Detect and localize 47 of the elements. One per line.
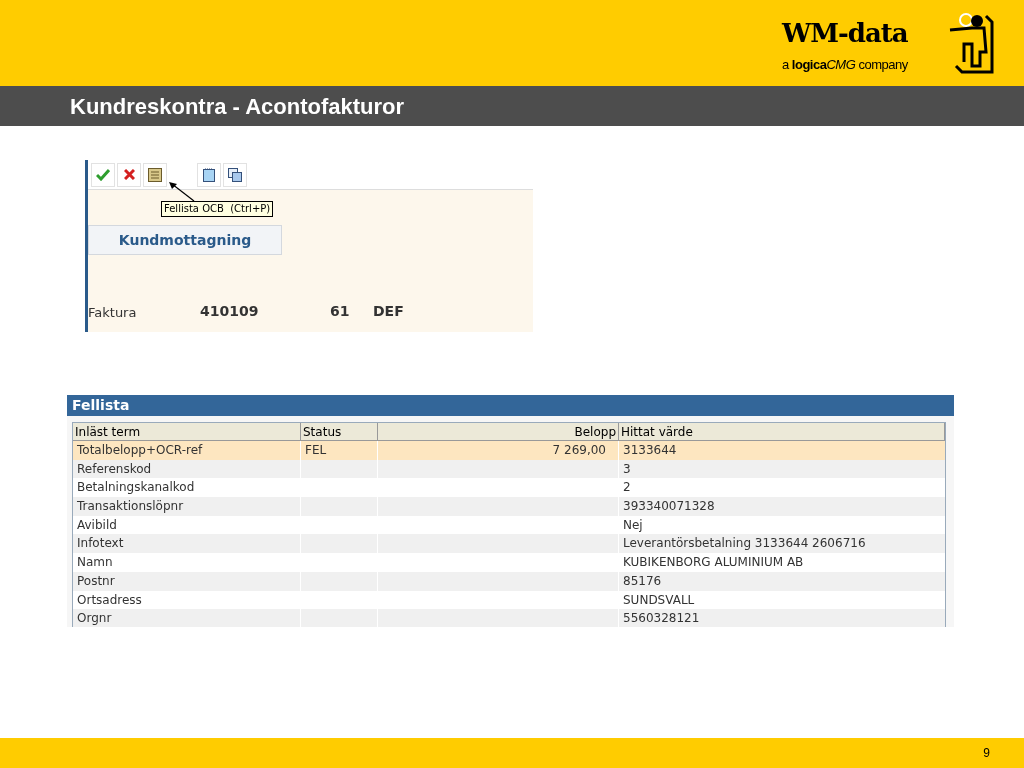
field-value: 61 bbox=[330, 302, 351, 321]
column-header[interactable]: Belopp bbox=[378, 423, 619, 440]
logo-tagline: a logicaCMG company bbox=[782, 58, 908, 71]
table-cell-text: KUBIKENBORG ALUMINIUM AB bbox=[622, 554, 805, 572]
table-cell-text: Leverantörsbetalning 3133644 2606716 bbox=[622, 535, 867, 553]
table-cell: FEL bbox=[301, 441, 378, 460]
toolbar-button[interactable] bbox=[143, 162, 167, 187]
column-header[interactable]: Hittat värde bbox=[619, 423, 945, 440]
kundmottagning-tab[interactable]: Kundmottagning bbox=[88, 225, 282, 255]
table-row[interactable]: Transaktionslöpnr 393340071328 bbox=[73, 497, 945, 516]
pointer-arrow bbox=[168, 182, 196, 202]
close-icon bbox=[123, 169, 135, 180]
table-cell-text: Nej bbox=[622, 516, 644, 534]
table-cell: Namn bbox=[73, 553, 301, 572]
check-icon bbox=[96, 168, 110, 181]
table-cell-text: 85176 bbox=[622, 572, 663, 590]
table-row[interactable]: Orgnr 5560328121 bbox=[73, 609, 945, 627]
tooltip: Fellista OCB (Ctrl+P) bbox=[161, 201, 274, 217]
table-row[interactable]: Totalbelopp+OCR-ref FEL 7 269,00 3133644 bbox=[73, 441, 945, 460]
toolbar-button[interactable] bbox=[91, 162, 115, 187]
table-row[interactable]: Infotext Leverantörsbetalning 3133644 2606716 bbox=[73, 534, 945, 554]
table-cell-text: SUNDSVALL bbox=[622, 591, 696, 609]
table-cell: Orgnr bbox=[73, 609, 301, 627]
field-value: DEF bbox=[373, 302, 404, 321]
toolbar-button[interactable] bbox=[197, 162, 221, 187]
table-cell-text: 393340071328 bbox=[622, 498, 716, 516]
table-cell-text: 5560328121 bbox=[622, 610, 701, 627]
table-cell-text: 3 bbox=[622, 460, 632, 478]
table-cell: Postnr bbox=[73, 571, 301, 591]
toolbar-button[interactable] bbox=[117, 162, 141, 187]
column-header[interactable]: Status bbox=[301, 423, 378, 440]
page-number: 9 bbox=[983, 745, 990, 762]
copy-icon bbox=[228, 167, 242, 182]
table-cell-text: 3133644 bbox=[622, 442, 678, 459]
window-title: Fellista bbox=[72, 396, 130, 415]
slide-title: Kundreskontra - Acontofakturor bbox=[70, 92, 405, 121]
field-label: Faktura bbox=[88, 303, 138, 322]
table-cell: 7 269,00 bbox=[378, 441, 619, 460]
list-icon bbox=[148, 167, 162, 182]
table-cell: Transaktionslöpnr bbox=[73, 497, 301, 516]
table-cell: Totalbelopp+OCR-ref bbox=[73, 441, 301, 460]
column-header[interactable]: Inläst term bbox=[73, 423, 301, 440]
field-value: 410109 bbox=[200, 302, 260, 321]
document-icon bbox=[203, 167, 215, 182]
logo-wordmark: WM-data bbox=[782, 20, 908, 46]
toolbar-button[interactable] bbox=[223, 162, 247, 187]
table-cell-text: 2 bbox=[622, 479, 632, 497]
